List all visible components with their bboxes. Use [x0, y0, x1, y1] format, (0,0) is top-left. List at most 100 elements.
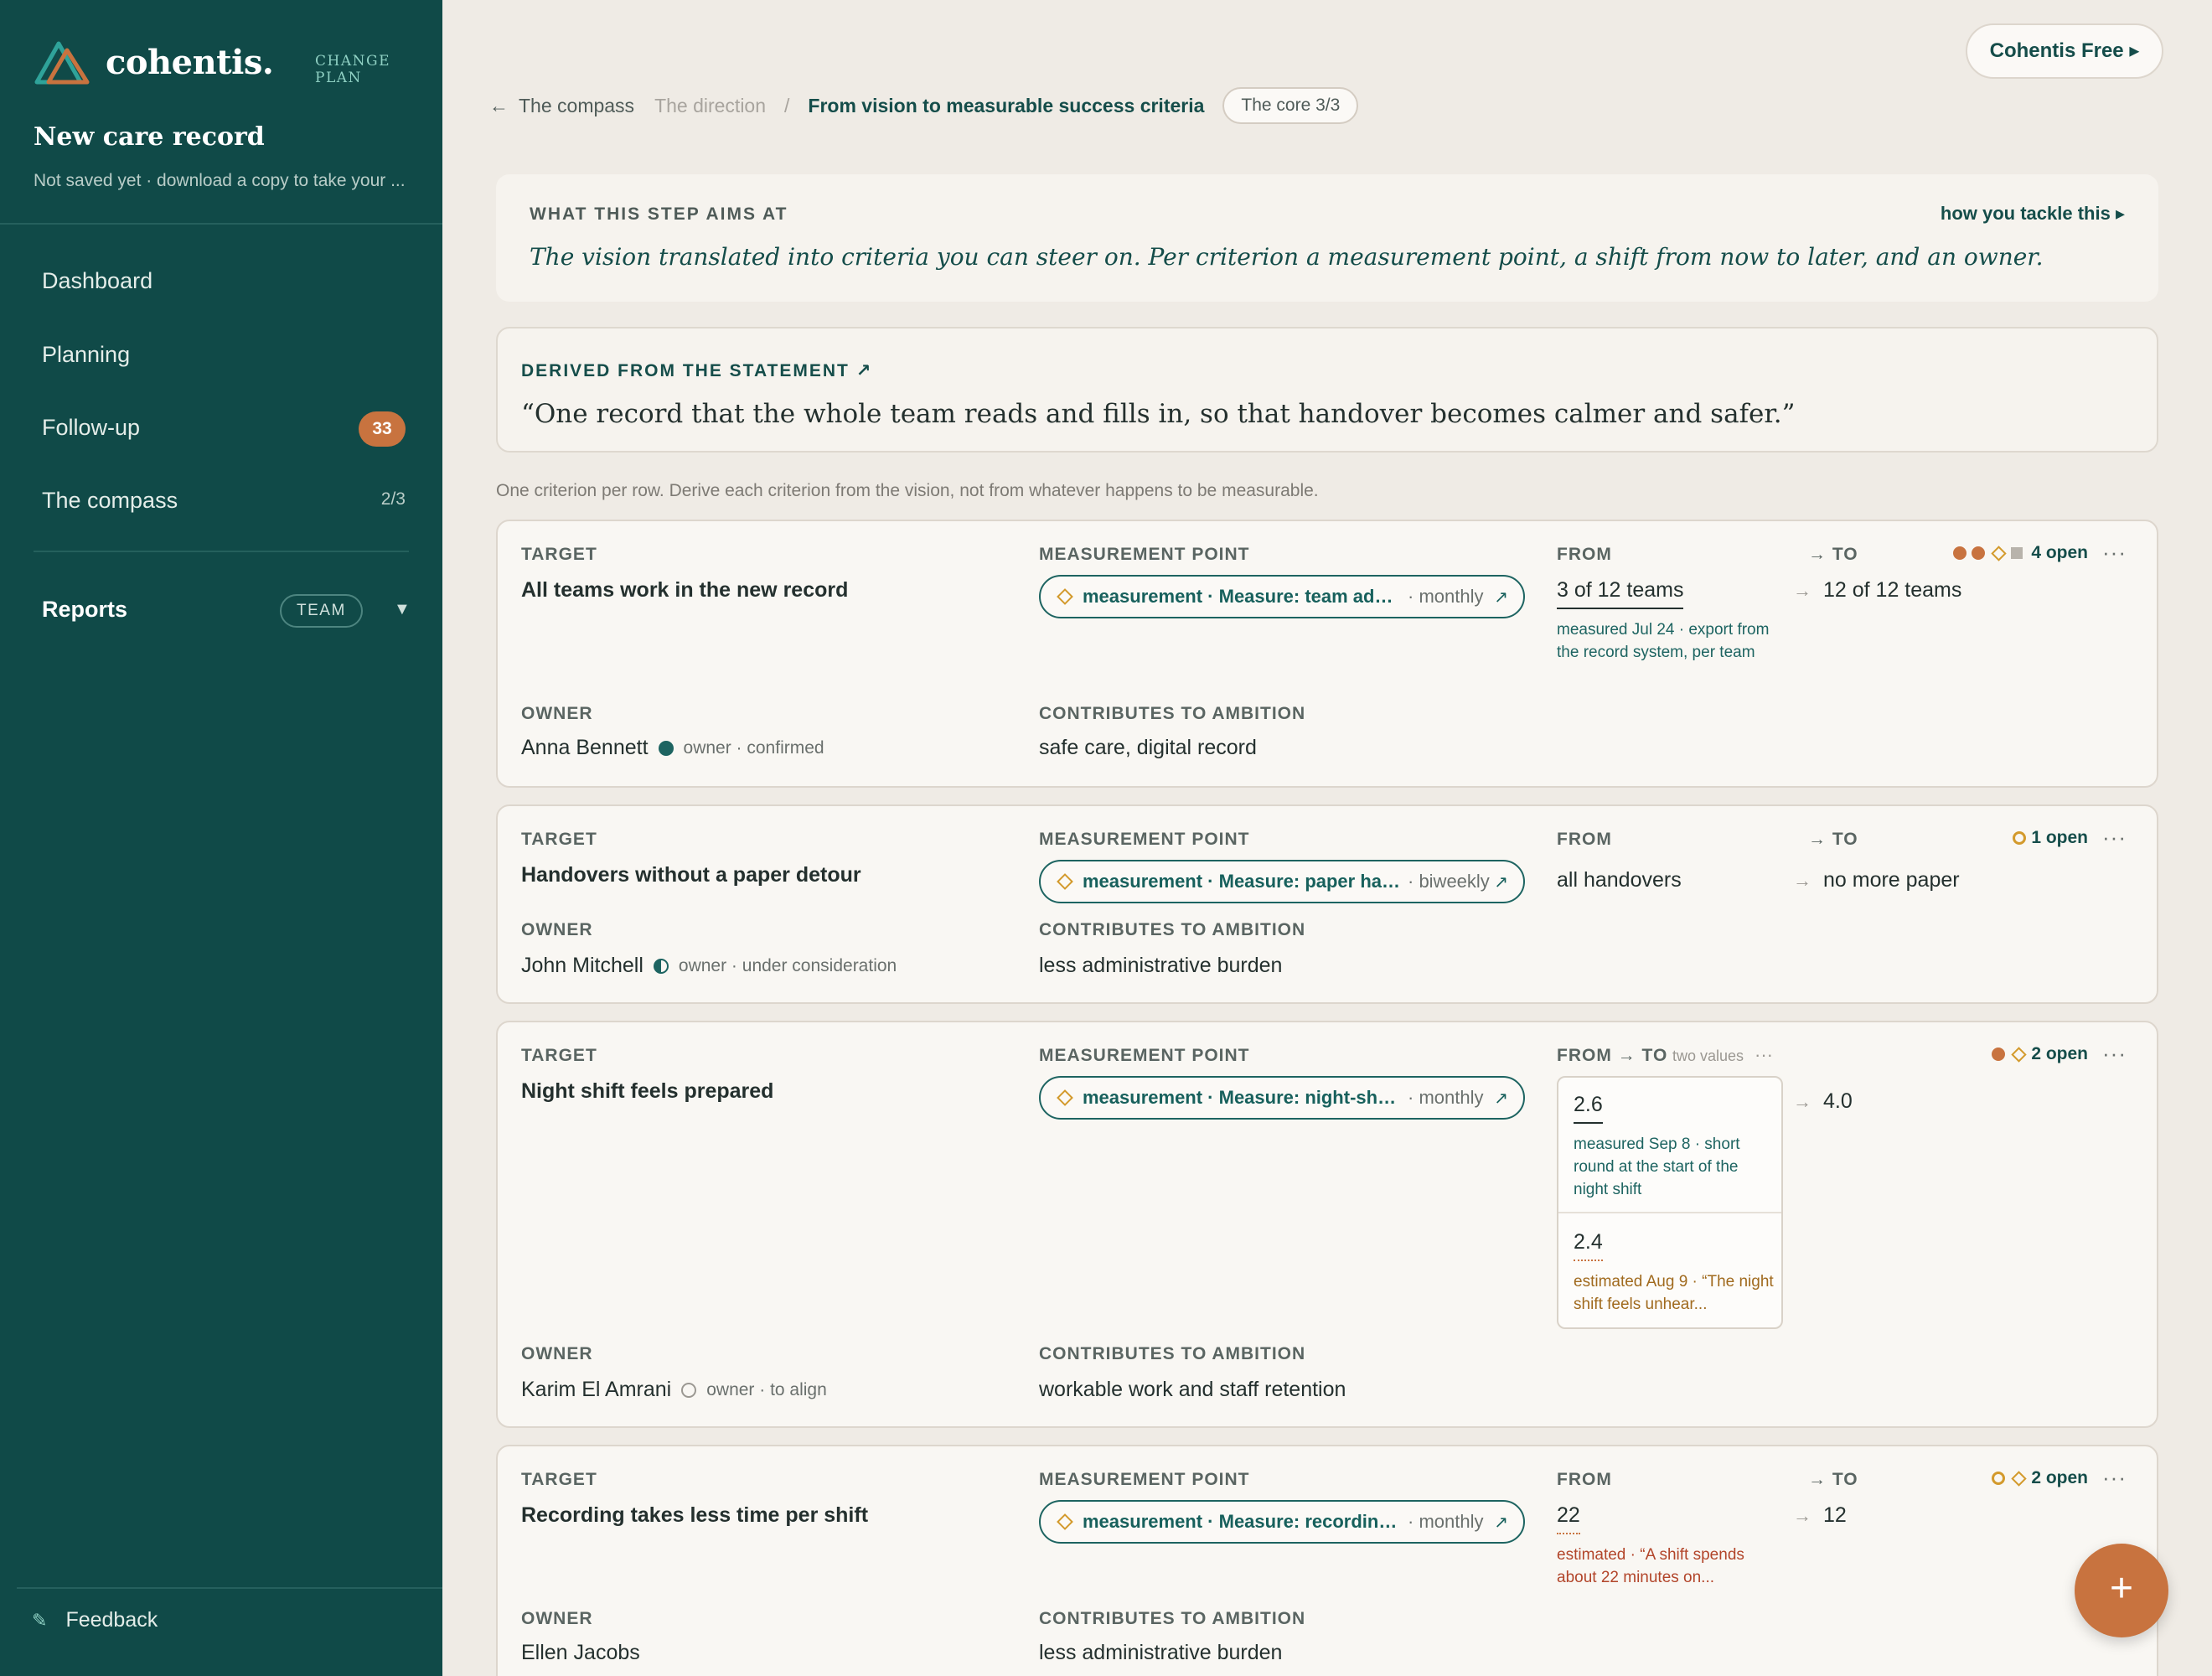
criterion-card[interactable]: TARGET All teams work in the new record … — [496, 520, 2158, 788]
feedback-label: Feedback — [65, 1608, 158, 1632]
compass-progress: 2/3 — [380, 489, 406, 509]
target-value[interactable]: Night shift feels prepared — [521, 1079, 773, 1104]
pencil-icon: ✎ — [32, 1610, 48, 1631]
more-icon[interactable]: ··· — [2102, 825, 2127, 851]
to-value[interactable]: no more paper — [1823, 868, 1960, 892]
owner[interactable]: Anna Bennett owner · confirmed — [521, 736, 824, 760]
ambition-label: CONTRIBUTES TO AMBITION — [1039, 1344, 1306, 1363]
statement-panel: DERIVED FROM THE STATEMENT ↗ “One record… — [496, 327, 2158, 453]
sidebar: cohentis. CHANGE PLAN New care record No… — [0, 0, 442, 1676]
status-dot-icon — [1972, 546, 1986, 560]
measurement-frequency: · biweekly — [1408, 871, 1490, 892]
to-label: → TO — [1808, 1470, 1858, 1489]
from-estimate-value[interactable]: 2.4 — [1574, 1230, 1603, 1261]
owner-status: owner · under consideration — [678, 955, 897, 975]
add-criterion-button[interactable]: + — [2075, 1544, 2168, 1637]
diamond-icon — [1057, 1513, 1073, 1530]
owner[interactable]: Ellen Jacobs — [521, 1641, 640, 1665]
from-value[interactable]: 2.6 — [1574, 1093, 1603, 1124]
change-plan-link[interactable]: CHANGE PLAN — [315, 53, 442, 86]
external-link-icon[interactable]: ↗ — [1494, 587, 1508, 608]
ambition-value[interactable]: less administrative burden — [1039, 1641, 1282, 1665]
ambition-label: CONTRIBUTES TO AMBITION — [1039, 1609, 1306, 1628]
target-value[interactable]: All teams work in the new record — [521, 578, 848, 603]
owner-confirmed-icon — [658, 740, 674, 756]
target-value[interactable]: Recording takes less time per shift — [521, 1503, 868, 1528]
feedback-button[interactable]: ✎ Feedback — [32, 1608, 158, 1632]
measurement-frequency: · monthly — [1408, 586, 1484, 607]
breadcrumb-direction[interactable]: The direction — [654, 95, 766, 117]
sidebar-divider — [0, 223, 442, 225]
sidebar-item-followup[interactable]: Follow-up — [42, 415, 140, 441]
owner[interactable]: John Mitchell owner · under consideratio… — [521, 954, 897, 978]
sidebar-item-reports[interactable]: Reports — [42, 597, 127, 623]
diamond-icon — [1057, 588, 1073, 605]
status-ring-icon — [2013, 831, 2027, 845]
how-you-tackle-link[interactable]: how you tackle this ▸ — [1941, 203, 2125, 225]
measurement-name: measurement · Measure: paper handovers — [1083, 871, 1401, 892]
external-link-icon[interactable]: ↗ — [1494, 872, 1508, 892]
measurement-chip[interactable]: measurement · Measure: paper handovers ·… — [1039, 860, 1525, 903]
statement-link[interactable]: DERIVED FROM THE STATEMENT ↗ — [521, 360, 872, 381]
sidebar-divider — [17, 1587, 442, 1589]
breadcrumb-back[interactable]: ← The compass — [489, 95, 634, 117]
from-value[interactable]: 3 of 12 teams — [1557, 578, 1684, 609]
measurement-label: MEASUREMENT POINT — [1039, 1046, 1250, 1065]
brand[interactable]: cohentis. — [34, 39, 274, 85]
arrow-icon: → — [1793, 870, 1811, 891]
plan-button[interactable]: Cohentis Free ▸ — [1966, 23, 2163, 79]
arrow-icon: → — [1793, 1505, 1811, 1526]
brand-name: cohentis. — [106, 42, 274, 82]
owner[interactable]: Karim El Amrani owner · to align — [521, 1378, 827, 1402]
sidebar-item-compass[interactable]: The compass — [42, 488, 178, 514]
open-status[interactable]: 4 open — [1953, 543, 2088, 563]
measurement-chip[interactable]: measurement · Measure: night-shift prepa… — [1039, 1076, 1525, 1120]
measurement-chip[interactable]: measurement · Measure: recording time pe… — [1039, 1500, 1525, 1544]
open-count: 4 open — [2031, 543, 2088, 562]
ambition-value[interactable]: safe care, digital record — [1039, 736, 1257, 760]
measurement-chip[interactable]: measurement · Measure: team adoption of … — [1039, 575, 1525, 618]
more-icon[interactable]: ··· — [2102, 1465, 2127, 1491]
from-label: FROM — [1557, 1470, 1612, 1489]
criterion-card[interactable]: TARGET Night shift feels prepared MEASUR… — [496, 1021, 2158, 1428]
criterion-card[interactable]: TARGET Handovers without a paper detour … — [496, 804, 2158, 1004]
owner-to-align-icon — [681, 1382, 697, 1398]
open-status[interactable]: 2 open — [1992, 1044, 2088, 1064]
team-badge: TEAM — [280, 594, 363, 628]
criteria-hint: One criterion per row. Derive each crite… — [496, 481, 1319, 500]
more-icon[interactable]: ··· — [2102, 1041, 2127, 1067]
more-icon[interactable]: ··· — [1755, 1044, 1773, 1066]
arrow-icon: → — [1793, 580, 1811, 601]
from-label: FROM — [1557, 830, 1612, 849]
external-link-icon[interactable]: ↗ — [1494, 1512, 1508, 1533]
sidebar-divider — [34, 551, 409, 552]
more-icon[interactable]: ··· — [2102, 540, 2127, 566]
external-link-icon[interactable]: ↗ — [1494, 1088, 1508, 1109]
to-value[interactable]: 12 — [1823, 1503, 1847, 1528]
chevron-down-icon[interactable]: ▼ — [394, 600, 411, 619]
ambition-value[interactable]: less administrative burden — [1039, 954, 1282, 978]
step-aims-panel: WHAT THIS STEP AIMS AT how you tackle th… — [496, 174, 2158, 302]
from-value[interactable]: all handovers — [1557, 868, 1682, 892]
record-subtitle[interactable]: Not saved yet · download a copy to take … — [34, 171, 419, 191]
sidebar-item-dashboard[interactable]: Dashboard — [42, 268, 152, 294]
logo-icon — [34, 41, 90, 85]
measurement-frequency: · monthly — [1408, 1087, 1484, 1108]
breadcrumb-back-label: The compass — [519, 94, 635, 116]
target-value[interactable]: Handovers without a paper detour — [521, 863, 861, 887]
status-ring-icon — [1992, 1472, 2006, 1485]
divider — [1558, 1212, 1781, 1213]
core-progress-pill: The core 3/3 — [1222, 87, 1359, 124]
from-estimate-value[interactable]: 22 — [1557, 1503, 1580, 1534]
open-status[interactable]: 2 open — [1992, 1468, 2088, 1488]
criterion-card[interactable]: TARGET Recording takes less time per shi… — [496, 1445, 2158, 1676]
sidebar-item-planning[interactable]: Planning — [42, 342, 130, 368]
to-value[interactable]: 12 of 12 teams — [1823, 578, 1961, 603]
to-value[interactable]: 4.0 — [1823, 1089, 1853, 1114]
owner-status: owner · to align — [706, 1379, 827, 1399]
statement-text: “One record that the whole team reads an… — [521, 399, 1796, 429]
measurement-label: MEASUREMENT POINT — [1039, 545, 1250, 564]
ambition-value[interactable]: workable work and staff retention — [1039, 1378, 1346, 1402]
arrow-icon: → — [1793, 1091, 1811, 1112]
open-status[interactable]: 1 open — [2013, 828, 2088, 848]
